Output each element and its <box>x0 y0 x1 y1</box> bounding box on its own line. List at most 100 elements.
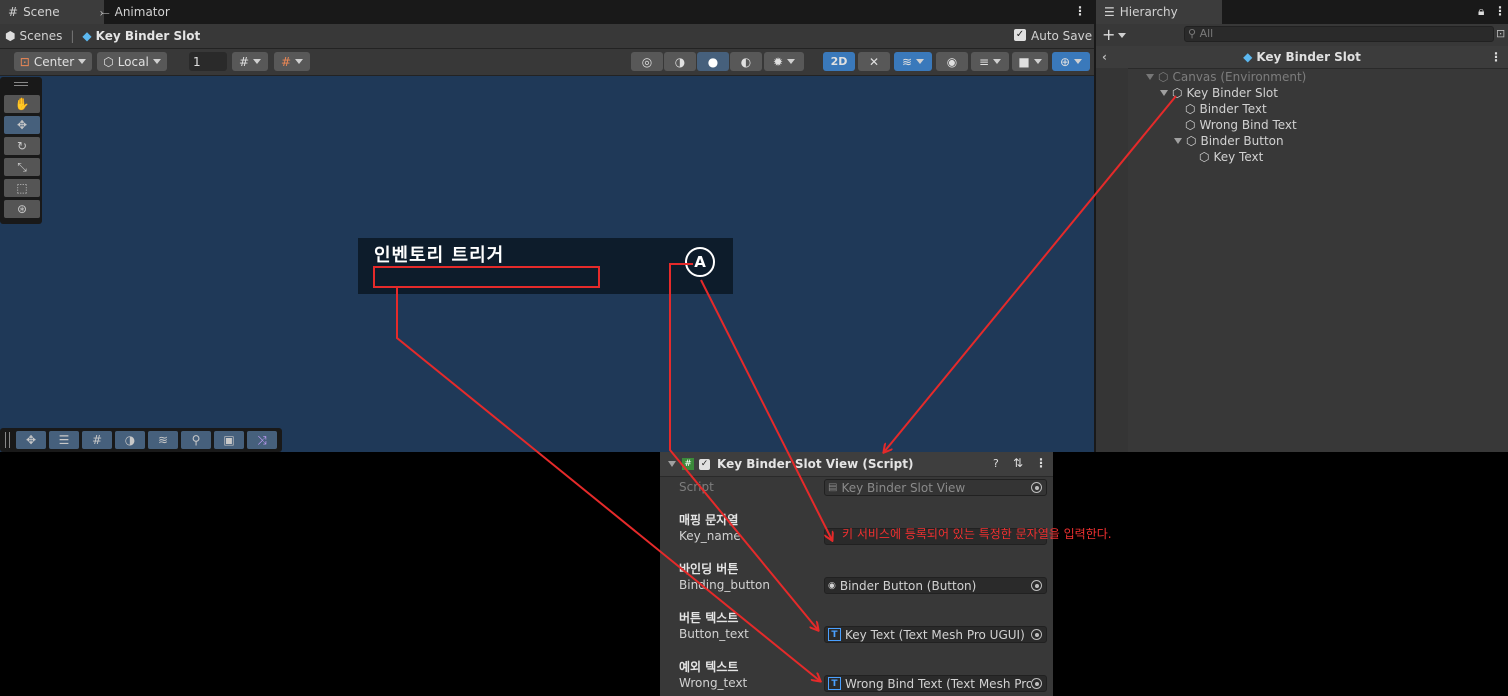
chevron-down-icon <box>1033 59 1042 64</box>
grid-snap-dropdown[interactable]: # <box>232 52 268 71</box>
prefab-header-label: Key Binder Slot <box>1256 50 1361 64</box>
lock-icon[interactable]: 🔒︎ <box>1478 4 1484 19</box>
inspector-component: # ✓ Key Binder Slot View (Script) ? ⇅ ⋮ … <box>660 452 1053 696</box>
text-mesh-pro-icon: T <box>828 628 841 641</box>
component-header[interactable]: # ✓ Key Binder Slot View (Script) ? ⇅ ⋮ <box>660 452 1053 477</box>
pivot-icon: ⊡ <box>19 54 30 69</box>
hierarchy-item-key-binder-slot[interactable]: ⬡ Key Binder Slot <box>1160 85 1278 101</box>
overlay-search-button[interactable]: ⚲ <box>181 431 211 449</box>
increment-input[interactable]: 1 <box>189 52 227 71</box>
presets-icon[interactable]: ⇅ <box>1013 456 1023 470</box>
rect-tool-button[interactable]: ⬚ <box>4 179 40 197</box>
tab-scene[interactable]: # Scene <box>0 0 104 24</box>
shading-icon: ◑ <box>124 433 136 447</box>
hierarchy-item-canvas[interactable]: ⬡ Canvas (Environment) <box>1146 69 1306 85</box>
add-object-button[interactable]: + <box>1102 25 1127 44</box>
key-button-circle[interactable]: A <box>685 247 715 277</box>
drag-handle[interactable] <box>14 82 28 86</box>
more-menu-icon[interactable]: ⋮ <box>1494 4 1506 18</box>
tab-hierarchy[interactable]: ☰ Hierarchy <box>1096 0 1222 24</box>
hierarchy-search-input[interactable]: ⚲ All <box>1184 26 1494 42</box>
script-icon: # <box>682 458 694 470</box>
shuffle-icon: ⤨ <box>257 432 267 447</box>
more-menu-icon[interactable]: ⋮ <box>1035 456 1047 470</box>
hierarchy-item-key-text[interactable]: ⬡ Key Text <box>1199 149 1263 165</box>
debug-draw-dropdown[interactable]: ✹ <box>764 52 804 71</box>
prefab-cube-icon: ◆ <box>1243 50 1253 64</box>
overlay-align-button[interactable]: ☰ <box>49 431 79 449</box>
hierarchy-item-wrong-bind-text[interactable]: ⬡ Wrong Bind Text <box>1185 117 1297 133</box>
rotate-tool-button[interactable]: ↻ <box>4 137 40 155</box>
component-enabled-checkbox[interactable]: ✓ <box>699 458 710 470</box>
audio-toggle-button[interactable]: ✕ <box>858 52 890 71</box>
space-dropdown[interactable]: ⬡ Local <box>97 52 167 71</box>
overlay-grid-button[interactable]: # <box>82 431 112 449</box>
object-picker-icon[interactable] <box>1031 629 1042 640</box>
hierarchy-item-binder-text[interactable]: ⬡ Binder Text <box>1185 101 1267 117</box>
overlay-camera-button[interactable]: ▣ <box>214 431 244 449</box>
scene-tab-bar: # Scene ⤚ Animator ⋮ <box>0 0 1094 24</box>
search-options-icon[interactable]: ⊡ <box>1496 27 1505 40</box>
gizmos-dropdown[interactable]: ⊕ <box>1052 52 1090 71</box>
hierarchy-item-label: Wrong Bind Text <box>1199 118 1297 132</box>
breadcrumb-current[interactable]: Key Binder Slot <box>96 29 201 43</box>
effects-dropdown[interactable]: ≋ <box>894 52 932 71</box>
toggle-2d-button[interactable]: 2D <box>823 52 855 71</box>
object-picker-icon[interactable] <box>1031 482 1042 493</box>
transform-tool-button[interactable]: ⊛ <box>4 200 40 218</box>
back-arrow-icon[interactable]: ‹ <box>1102 50 1107 64</box>
layers-dropdown[interactable]: ≡ <box>971 52 1009 71</box>
auto-save-checkbox[interactable]: ✓ <box>1014 29 1026 41</box>
hand-tool-button[interactable]: ✋ <box>4 95 40 113</box>
script-label: Script <box>679 480 714 494</box>
binding-button-header: 바인딩 버튼 <box>679 562 739 576</box>
pivot-dropdown[interactable]: ⊡ Center <box>14 52 92 71</box>
more-menu-icon[interactable]: ⋮ <box>1490 50 1502 64</box>
object-picker-icon[interactable] <box>1031 678 1042 689</box>
scene-visibility-button[interactable]: ◉ <box>936 52 968 71</box>
overlay-move-button[interactable]: ✥ <box>16 431 46 449</box>
snap-increment-dropdown[interactable]: # <box>274 52 310 71</box>
bug-icon: ✹ <box>772 54 784 69</box>
more-menu-icon[interactable]: ⋮ <box>1074 4 1086 18</box>
button-text-field[interactable]: T Key Text (Text Mesh Pro UGUI) <box>824 626 1047 643</box>
help-icon[interactable]: ? <box>993 457 999 470</box>
scene-toolbar: ⊡ Center ⬡ Local 1 # # ◎ ◑ ● ◐ ✹ 2D ✕ ≋ … <box>0 49 1094 76</box>
chevron-down-icon <box>993 59 1002 64</box>
grid-icon: # <box>8 5 19 19</box>
auto-save-label: Auto Save <box>1031 29 1093 43</box>
camera-dropdown[interactable]: ■ <box>1012 52 1048 71</box>
button-text-header: 버튼 텍스트 <box>679 611 739 625</box>
annotation-text: 키 서비스에 등록되어 있는 특정한 문자열을 입력한다. <box>842 527 1112 541</box>
binding-button-field[interactable]: ◉ Binder Button (Button) <box>824 577 1047 594</box>
wrong-text-field[interactable]: T Wrong Bind Text (Text Mesh Pro UGUI) <box>824 675 1047 692</box>
overlay-shuffle-button[interactable]: ⤨ <box>247 431 277 449</box>
camera-icon: ■ <box>1018 54 1030 69</box>
chevron-down-icon <box>916 59 925 64</box>
move-tool-button[interactable]: ✥ <box>4 116 40 134</box>
object-picker-icon[interactable] <box>1031 580 1042 591</box>
chevron-down-icon <box>1074 59 1083 64</box>
grid-snap-icon: # <box>238 54 250 69</box>
unlit-button[interactable]: ◐ <box>730 52 762 71</box>
tab-animator[interactable]: ⤚ Animator <box>92 0 178 24</box>
overlay-shading-button[interactable]: ◑ <box>115 431 145 449</box>
tab-scene-label: Scene <box>23 5 60 19</box>
gameobject-cube-icon: ⬡ <box>1185 118 1196 132</box>
overlay-drag-handle[interactable] <box>5 432 10 448</box>
chevron-down-icon <box>152 59 161 64</box>
scale-tool-button[interactable]: ⤡ <box>4 158 40 176</box>
shaded-wireframe-button[interactable]: ◑ <box>664 52 696 71</box>
expand-triangle-icon <box>1146 74 1154 80</box>
tab-hierarchy-label: Hierarchy <box>1119 5 1178 19</box>
wireframe-shading-button[interactable]: ◎ <box>631 52 663 71</box>
foldout-triangle-icon[interactable] <box>668 461 676 467</box>
breadcrumb: ⬢ Scenes | ◆ Key Binder Slot ✓ Auto Save <box>0 24 1094 49</box>
rotate-icon: ↻ <box>16 139 28 153</box>
breadcrumb-scenes[interactable]: Scenes <box>19 29 62 43</box>
overlay-layers-button[interactable]: ≋ <box>148 431 178 449</box>
shaded-button[interactable]: ● <box>697 52 729 71</box>
audio-mute-icon: ✕ <box>868 54 880 69</box>
search-icon: ⚲ <box>1188 27 1197 40</box>
hierarchy-item-binder-button[interactable]: ⬡ Binder Button <box>1174 133 1284 149</box>
